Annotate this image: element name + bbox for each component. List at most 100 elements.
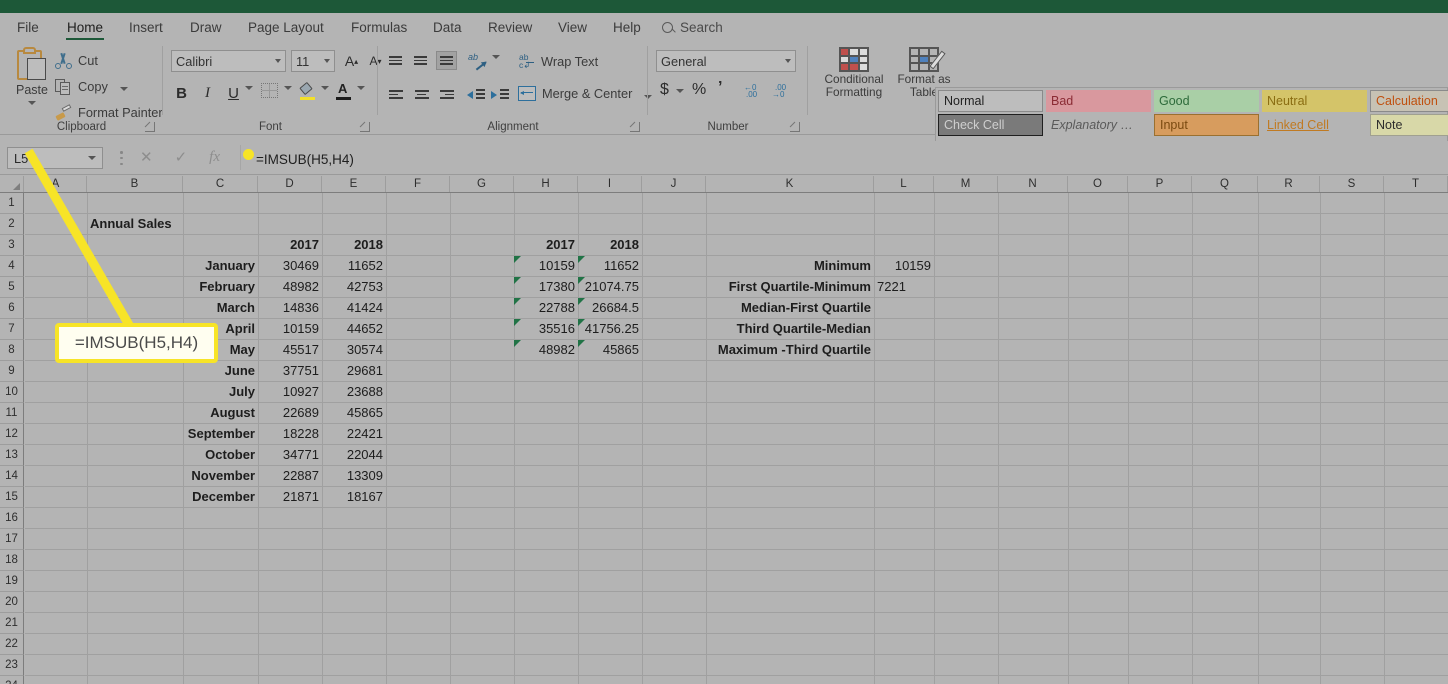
cell-E14[interactable]: 13309 (322, 466, 386, 487)
chevron-down-icon[interactable] (88, 156, 96, 160)
alignment-dialog-launcher[interactable] (630, 122, 640, 132)
insert-function-icon[interactable]: fx (209, 149, 220, 166)
cell-H4[interactable]: 10159 (514, 256, 578, 277)
row-header-11[interactable]: 11 (0, 403, 24, 424)
row-header-18[interactable]: 18 (0, 550, 24, 571)
cell-E10[interactable]: 23688 (322, 382, 386, 403)
cell-B2[interactable]: Annual Sales (87, 214, 183, 235)
fill-color-chevron[interactable] (321, 86, 329, 90)
fill-color-button[interactable] (299, 81, 316, 100)
row-header-2[interactable]: 2 (0, 214, 24, 235)
row-header-17[interactable]: 17 (0, 529, 24, 550)
column-header-B[interactable]: B (87, 176, 183, 192)
cell-E11[interactable]: 45865 (322, 403, 386, 424)
cell-I4[interactable]: 11652 (578, 256, 642, 277)
cell-D9[interactable]: 37751 (258, 361, 322, 382)
cell-D12[interactable]: 18228 (258, 424, 322, 445)
increase-decimal-button[interactable]: ←0.00 (744, 83, 768, 100)
row-header-5[interactable]: 5 (0, 277, 24, 298)
copy-button[interactable]: Copy (55, 75, 128, 97)
row-header-3[interactable]: 3 (0, 235, 24, 256)
tab-home[interactable]: Home (58, 13, 112, 41)
cell-D13[interactable]: 34771 (258, 445, 322, 466)
increase-indent-button[interactable] (490, 86, 510, 103)
align-right-button[interactable] (436, 85, 457, 104)
borders-options-chevron[interactable] (284, 86, 292, 90)
row-header-21[interactable]: 21 (0, 613, 24, 634)
name-box[interactable]: L5 (7, 147, 103, 169)
cell-style-bad[interactable]: Bad (1046, 90, 1151, 112)
cell-L4[interactable]: 10159 (874, 256, 934, 277)
row-header-24[interactable]: 24 (0, 676, 24, 684)
currency-format-button[interactable]: $ (660, 81, 669, 99)
row-header-4[interactable]: 4 (0, 256, 24, 277)
cell-style-calculation[interactable]: Calculation (1370, 90, 1448, 112)
column-header-M[interactable]: M (934, 176, 998, 192)
cell-K7[interactable]: Third Quartile-Median (706, 319, 874, 340)
cell-E13[interactable]: 22044 (322, 445, 386, 466)
column-header-Q[interactable]: Q (1192, 176, 1258, 192)
column-header-L[interactable]: L (874, 176, 934, 192)
row-header-14[interactable]: 14 (0, 466, 24, 487)
tab-draw[interactable]: Draw (181, 13, 231, 41)
cell-style-normal[interactable]: Normal (938, 90, 1043, 112)
align-top-button[interactable] (386, 51, 407, 70)
merge-center-button[interactable]: Merge & Center (518, 86, 653, 101)
cell-D7[interactable]: 10159 (258, 319, 322, 340)
row-header-20[interactable]: 20 (0, 592, 24, 613)
decrease-indent-button[interactable] (466, 86, 486, 103)
cell-C4[interactable]: January (183, 256, 258, 277)
tab-data[interactable]: Data (424, 13, 471, 41)
cell-I6[interactable]: 26684.5 (578, 298, 642, 319)
column-header-F[interactable]: F (386, 176, 450, 192)
column-header-K[interactable]: K (706, 176, 874, 192)
font-size-input[interactable]: 11 (291, 50, 335, 72)
comma-format-button[interactable]: ’ (718, 79, 722, 97)
chevron-down-icon[interactable] (785, 59, 791, 63)
cell-style-neutral[interactable]: Neutral (1262, 90, 1367, 112)
cell-E12[interactable]: 22421 (322, 424, 386, 445)
wrap-text-button[interactable]: ab c↲ Wrap Text (518, 53, 598, 70)
tab-formulas[interactable]: Formulas (342, 13, 416, 41)
tab-help[interactable]: Help (604, 13, 650, 41)
cell-C12[interactable]: September (183, 424, 258, 445)
cell-K4[interactable]: Minimum (706, 256, 874, 277)
cell-C15[interactable]: December (183, 487, 258, 508)
cell-I8[interactable]: 45865 (578, 340, 642, 361)
underline-button[interactable]: U (223, 82, 244, 104)
cell-E9[interactable]: 29681 (322, 361, 386, 382)
cell-D4[interactable]: 30469 (258, 256, 322, 277)
cell-C10[interactable]: July (183, 382, 258, 403)
cell-style-check-cell[interactable]: Check Cell (938, 114, 1043, 136)
font-name-input[interactable]: Calibri (171, 50, 286, 72)
column-header-O[interactable]: O (1068, 176, 1128, 192)
column-header-N[interactable]: N (998, 176, 1068, 192)
row-header-15[interactable]: 15 (0, 487, 24, 508)
cell-H8[interactable]: 48982 (514, 340, 578, 361)
formula-input[interactable]: =IMSUB(H5,H4) (256, 149, 1440, 169)
search-box[interactable]: Search (662, 13, 723, 41)
column-header-I[interactable]: I (578, 176, 642, 192)
cell-I7[interactable]: 41756.25 (578, 319, 642, 340)
chevron-down-icon[interactable] (119, 87, 128, 91)
column-header-P[interactable]: P (1128, 176, 1192, 192)
bold-button[interactable]: B (171, 82, 192, 104)
format-painter-button[interactable]: Format Painter (55, 101, 163, 123)
cell-K5[interactable]: First Quartile-Minimum (706, 277, 874, 298)
select-all-button[interactable] (0, 176, 24, 192)
column-header-S[interactable]: S (1320, 176, 1384, 192)
font-color-chevron[interactable] (357, 86, 365, 90)
row-header-8[interactable]: 8 (0, 340, 24, 361)
underline-options-chevron[interactable] (245, 86, 253, 90)
column-header-H[interactable]: H (514, 176, 578, 192)
cell-style-input[interactable]: Input (1154, 114, 1259, 136)
tab-insert[interactable]: Insert (120, 13, 172, 41)
cell-E3[interactable]: 2018 (322, 235, 386, 256)
cell-E6[interactable]: 41424 (322, 298, 386, 319)
cell-D15[interactable]: 21871 (258, 487, 322, 508)
tab-review[interactable]: Review (479, 13, 541, 41)
cell-H7[interactable]: 35516 (514, 319, 578, 340)
cell-H5[interactable]: 17380 (514, 277, 578, 298)
align-bottom-button[interactable] (436, 51, 457, 70)
formula-bar-grip[interactable] (120, 151, 123, 165)
